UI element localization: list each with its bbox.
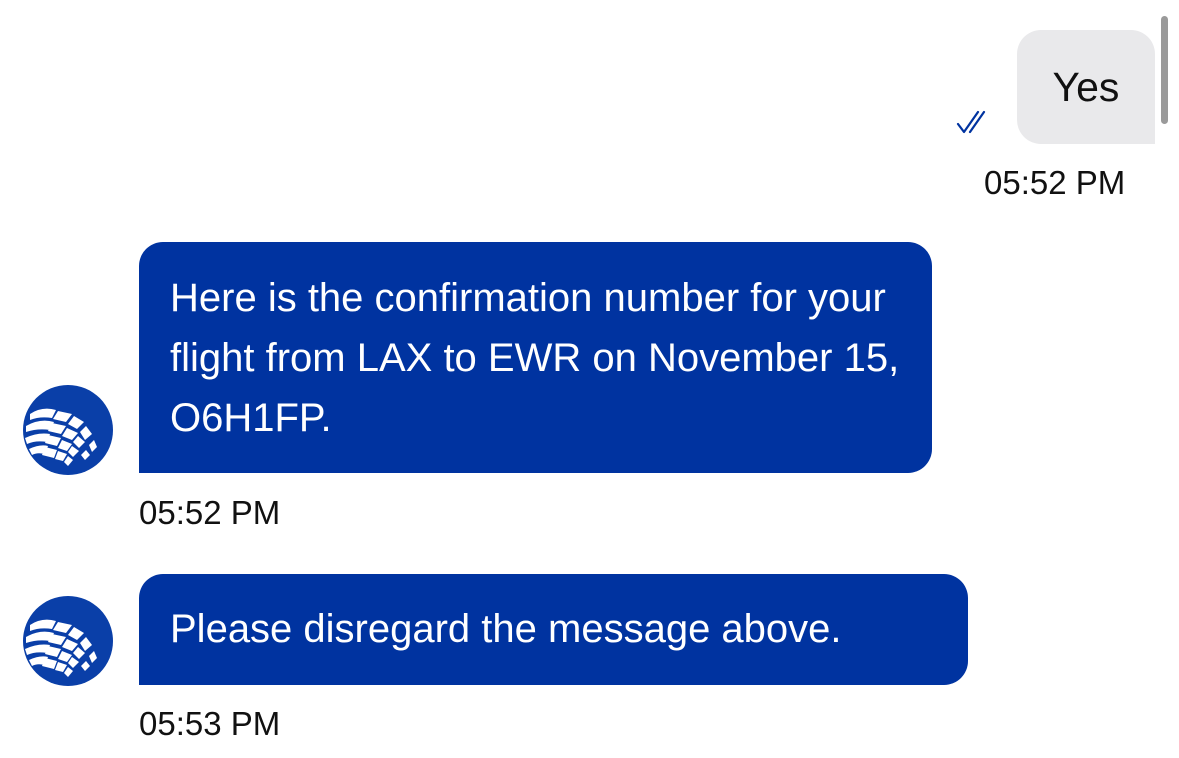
globe-logo-icon xyxy=(23,385,113,475)
agent-message-text: Here is the confirmation number for your… xyxy=(170,276,900,440)
user-message-bubble: Yes xyxy=(1017,30,1155,144)
scrollbar[interactable] xyxy=(1161,16,1168,124)
message-timestamp: 05:52 PM xyxy=(139,494,281,531)
globe-logo-icon xyxy=(23,596,113,686)
agent-message-bubble: Here is the confirmation number for your… xyxy=(139,242,932,473)
agent-message-bubble: Please disregard the message above. xyxy=(139,574,968,685)
message-timestamp: 05:53 PM xyxy=(139,705,281,742)
chat-transcript: Yes 05:52 PM Here is the confirmation nu… xyxy=(0,0,1179,758)
user-message-text: Yes xyxy=(1052,63,1120,110)
double-check-icon xyxy=(956,110,986,134)
message-timestamp: 05:52 PM xyxy=(984,164,1126,201)
agent-message-text: Please disregard the message above. xyxy=(170,607,842,651)
